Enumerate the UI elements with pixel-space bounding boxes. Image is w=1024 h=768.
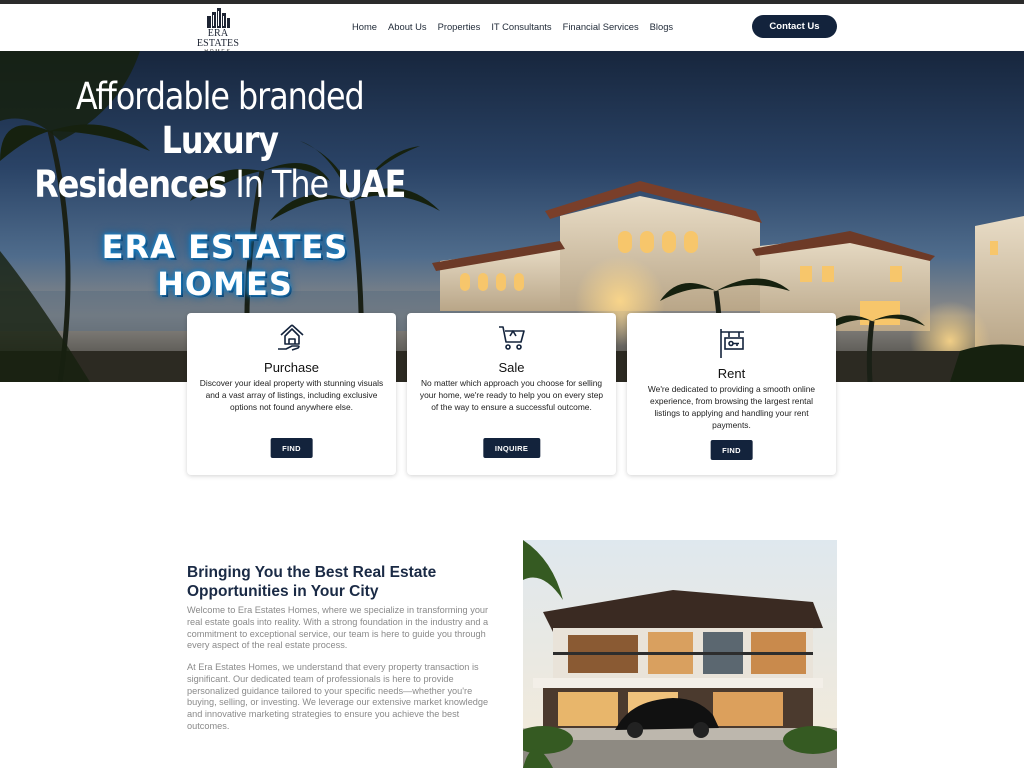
card-title: Purchase [264, 360, 319, 375]
card-title: Rent [717, 366, 746, 381]
nav-properties[interactable]: Properties [438, 21, 481, 32]
hero-brand-logo: ERA ESTATES HOMES [60, 229, 390, 303]
card-rent: Rent We're dedicated to providing a smoo… [627, 313, 836, 475]
rent-sign-icon [719, 329, 744, 358]
nav-blogs[interactable]: Blogs [650, 21, 673, 32]
headline-part-5: UAE [337, 163, 406, 206]
nav-about-us[interactable]: About Us [388, 21, 427, 32]
card-text: No matter which approach you choose for … [419, 378, 604, 412]
card-purchase: Purchase Discover your ideal property wi… [187, 313, 396, 475]
hero-headline: Affordable branded Luxury Residences In … [22, 75, 418, 207]
shopping-cart-icon [498, 326, 525, 350]
house-hand-icon [277, 324, 304, 351]
nav-it-consultants[interactable]: IT Consultants [491, 21, 551, 32]
find-button[interactable]: FIND [270, 438, 313, 458]
brand-line-1: ERA ESTATES [101, 228, 349, 266]
main-nav: Home About Us Properties IT Consultants … [352, 21, 673, 32]
site-header: ERA ESTATES HOMES Home About Us Properti… [0, 4, 1024, 55]
site-logo[interactable]: ERA ESTATES HOMES [188, 8, 248, 55]
headline-part-2: Luxury [161, 119, 279, 162]
find-button[interactable]: FIND [710, 440, 753, 460]
about-paragraph-2: At Era Estates Homes, we understand that… [187, 662, 489, 731]
building-logo-icon [207, 8, 230, 28]
nav-home[interactable]: Home [352, 21, 377, 32]
headline-part-4: In The [235, 163, 329, 206]
logo-name: ERA ESTATES [196, 28, 240, 49]
inquire-button[interactable]: INQUIRE [482, 438, 541, 458]
headline-part-3: Residences [34, 163, 227, 206]
contact-us-button[interactable]: Contact Us [752, 15, 837, 38]
card-sale: Sale No matter which approach you choose… [407, 313, 616, 475]
card-text: Discover your ideal property with stunni… [199, 378, 384, 412]
brand-line-2: HOMES [157, 265, 293, 303]
modern-house-image [523, 540, 837, 768]
nav-financial-services[interactable]: Financial Services [563, 21, 639, 32]
card-title: Sale [498, 360, 525, 375]
about-title: Bringing You the Best Real Estate Opport… [187, 564, 437, 600]
card-text: We're dedicated to providing a smooth on… [647, 384, 816, 430]
about-paragraph-1: Welcome to Era Estates Homes, where we s… [187, 605, 489, 651]
headline-part-1: Affordable branded [75, 75, 365, 118]
